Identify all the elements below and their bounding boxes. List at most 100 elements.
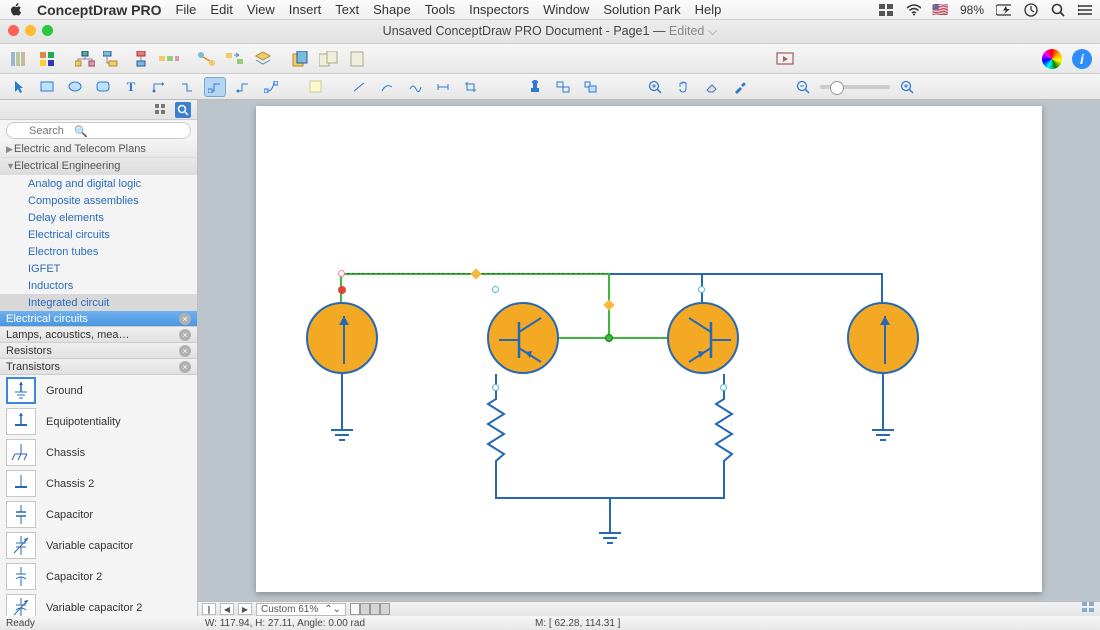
menu-file[interactable]: File — [175, 2, 196, 17]
spotlight-icon[interactable] — [1050, 3, 1065, 17]
zoom-slider[interactable] — [820, 85, 890, 89]
zoom-in-tool[interactable] — [644, 77, 666, 97]
opencat-circuits[interactable]: Electrical circuits× — [0, 311, 197, 327]
hand-tool[interactable] — [672, 77, 694, 97]
menu-icon[interactable] — [1077, 3, 1092, 17]
search-tab-icon[interactable] — [175, 102, 191, 118]
connection-point[interactable] — [720, 384, 727, 391]
wire-src1-down[interactable] — [341, 374, 343, 426]
group-tool[interactable] — [552, 77, 574, 97]
connector-l-tool[interactable] — [148, 77, 170, 97]
palette-icon[interactable] — [36, 49, 58, 69]
stencil-equipotentiality[interactable]: Equipotentiality — [0, 406, 197, 437]
clock-icon[interactable] — [1023, 3, 1038, 17]
menu-help[interactable]: Help — [695, 2, 722, 17]
sub-analog[interactable]: Analog and digital logic — [0, 175, 197, 192]
app-title[interactable]: ConceptDraw PRO — [37, 2, 161, 18]
layers-icon[interactable] — [252, 49, 274, 69]
ground-3[interactable] — [870, 424, 896, 444]
cat-electric-telecom[interactable]: ▶Electric and Telecom Plans — [0, 141, 197, 158]
zoom-combo[interactable]: Custom 61%⌃⌄ — [256, 603, 346, 616]
drawing-page[interactable] — [256, 106, 1042, 592]
stencil-variable-capacitor[interactable]: Variable capacitor — [0, 530, 197, 561]
roundrect-tool[interactable] — [92, 77, 114, 97]
stencil-capacitor[interactable]: Capacitor — [0, 499, 197, 530]
connection-point[interactable] — [492, 286, 499, 293]
menu-insert[interactable]: Insert — [289, 2, 322, 17]
pages-icon[interactable] — [290, 49, 312, 69]
docs-icon[interactable] — [318, 49, 340, 69]
battery-icon[interactable] — [996, 3, 1011, 17]
color-wheel-icon[interactable] — [1042, 49, 1062, 69]
flowchart-icon[interactable] — [130, 49, 152, 69]
chain-icon[interactable] — [158, 49, 180, 69]
menu-tools[interactable]: Tools — [425, 2, 455, 17]
apple-icon[interactable] — [8, 3, 23, 17]
endpoint-handle[interactable] — [338, 286, 346, 294]
scroll-right-icon[interactable]: ▶ — [238, 603, 252, 615]
flag-icon[interactable]: 🇺🇸 — [933, 3, 948, 17]
ground-1[interactable] — [329, 424, 355, 444]
cat-electrical-engineering[interactable]: ▼Electrical Engineering — [0, 158, 197, 175]
opencat-transistors[interactable]: Transistors× — [0, 359, 197, 375]
stencil-capacitor2[interactable]: Capacitor 2 — [0, 561, 197, 592]
ellipse-tool[interactable] — [64, 77, 86, 97]
resistor-1[interactable] — [484, 391, 508, 471]
scroll-left-icon[interactable]: ◀ — [220, 603, 234, 615]
stencil-chassis2[interactable]: Chassis 2 — [0, 468, 197, 499]
close-icon[interactable]: × — [179, 313, 191, 325]
close-button[interactable] — [8, 25, 19, 36]
sub-delay[interactable]: Delay elements — [0, 209, 197, 226]
menu-edit[interactable]: Edit — [210, 2, 232, 17]
wifi-icon[interactable] — [906, 3, 921, 17]
page-tabs[interactable] — [350, 603, 390, 615]
spline-tool[interactable] — [404, 77, 426, 97]
eraser-tool[interactable] — [700, 77, 722, 97]
line-tool[interactable] — [348, 77, 370, 97]
note-tool[interactable] — [304, 77, 326, 97]
hdim-tool[interactable] — [432, 77, 454, 97]
connection-point[interactable] — [338, 270, 345, 277]
menu-solution-park[interactable]: Solution Park — [603, 2, 680, 17]
sub-tubes[interactable]: Electron tubes — [0, 243, 197, 260]
search-input[interactable] — [6, 122, 191, 139]
info-icon[interactable]: i — [1072, 49, 1092, 69]
close-icon[interactable]: × — [179, 361, 191, 373]
menu-text[interactable]: Text — [335, 2, 359, 17]
stamp-tool[interactable] — [524, 77, 546, 97]
doc-icon[interactable] — [346, 49, 368, 69]
wire-mid[interactable] — [559, 337, 667, 339]
menu-view[interactable]: View — [247, 2, 275, 17]
sub-composite[interactable]: Composite assemblies — [0, 192, 197, 209]
transistor-pnp-1[interactable] — [487, 302, 559, 374]
close-icon[interactable]: × — [179, 345, 191, 357]
connection-point[interactable] — [698, 286, 705, 293]
arc-tool[interactable] — [376, 77, 398, 97]
align-tool[interactable] — [580, 77, 602, 97]
midpoint-handle[interactable] — [603, 299, 614, 310]
wire-top2[interactable] — [701, 273, 883, 275]
swap-icon[interactable] — [224, 49, 246, 69]
connector-spline-tool[interactable] — [260, 77, 282, 97]
zoom-in-button[interactable] — [896, 77, 918, 97]
orgchart-icon[interactable] — [74, 49, 96, 69]
resistor-2[interactable] — [712, 391, 736, 471]
connector-route-tool[interactable] — [232, 77, 254, 97]
zoom-button[interactable] — [42, 25, 53, 36]
transistor-pnp-2[interactable] — [667, 302, 739, 374]
close-icon[interactable]: × — [179, 329, 191, 341]
sub-circuits[interactable]: Electrical circuits — [0, 226, 197, 243]
library-icon[interactable] — [8, 49, 30, 69]
sub-igfet[interactable]: IGFET — [0, 260, 197, 277]
connection-point[interactable] — [492, 384, 499, 391]
connect-icon[interactable] — [196, 49, 218, 69]
sub-inductors[interactable]: Inductors — [0, 277, 197, 294]
stencil-variable-capacitor2[interactable]: Variable capacitor 2 — [0, 592, 197, 616]
library-search[interactable]: 🔍 — [0, 120, 197, 141]
eyedropper-tool[interactable] — [728, 77, 750, 97]
menu-inspectors[interactable]: Inspectors — [469, 2, 529, 17]
scroll-stop-icon[interactable]: ∥ — [202, 603, 216, 615]
current-source-1[interactable] — [306, 302, 378, 374]
ground-2[interactable] — [597, 527, 623, 547]
text-tool[interactable]: T — [120, 77, 142, 97]
